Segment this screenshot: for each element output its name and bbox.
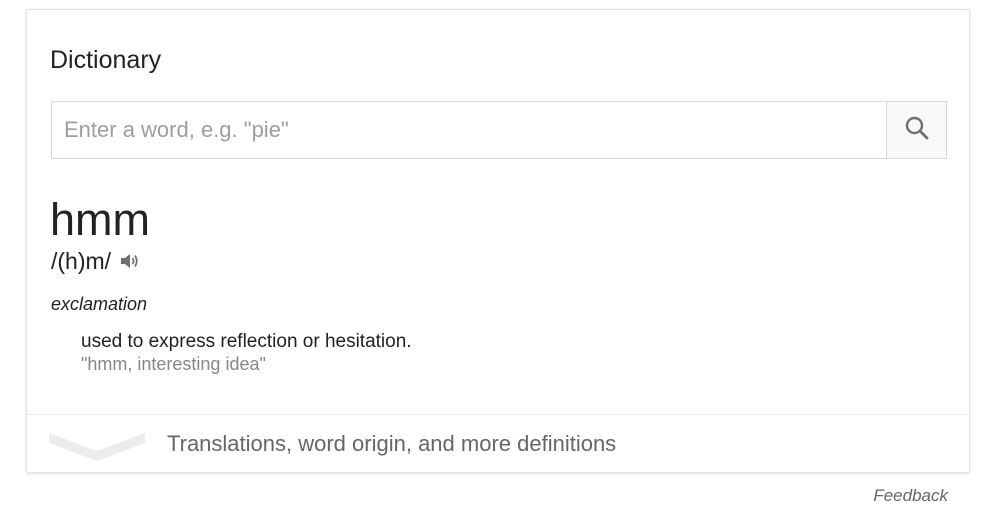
pronunciation: /(h)m/ bbox=[51, 247, 112, 274]
definition: used to express reflection or hesitation… bbox=[81, 331, 412, 352]
more-definitions-label: Translations, word origin, and more defi… bbox=[167, 431, 617, 456]
example: "hmm, interesting idea" bbox=[81, 354, 266, 374]
dictionary-card: Dictionary hmm /(h)m/ exclamation used t… bbox=[26, 9, 970, 473]
search-button[interactable] bbox=[886, 102, 946, 158]
chevron-down-icon bbox=[47, 427, 147, 468]
search-icon bbox=[904, 115, 930, 146]
search-box bbox=[51, 101, 947, 159]
pronunciation-row: /(h)m/ bbox=[51, 247, 141, 275]
search-input[interactable] bbox=[52, 102, 888, 158]
part-of-speech: exclamation bbox=[51, 294, 148, 314]
feedback-link[interactable]: Feedback bbox=[873, 486, 948, 506]
more-definitions-button[interactable]: Translations, word origin, and more defi… bbox=[27, 415, 969, 473]
headword: hmm bbox=[50, 194, 150, 245]
speaker-icon[interactable] bbox=[119, 251, 141, 271]
card-title: Dictionary bbox=[50, 46, 162, 74]
